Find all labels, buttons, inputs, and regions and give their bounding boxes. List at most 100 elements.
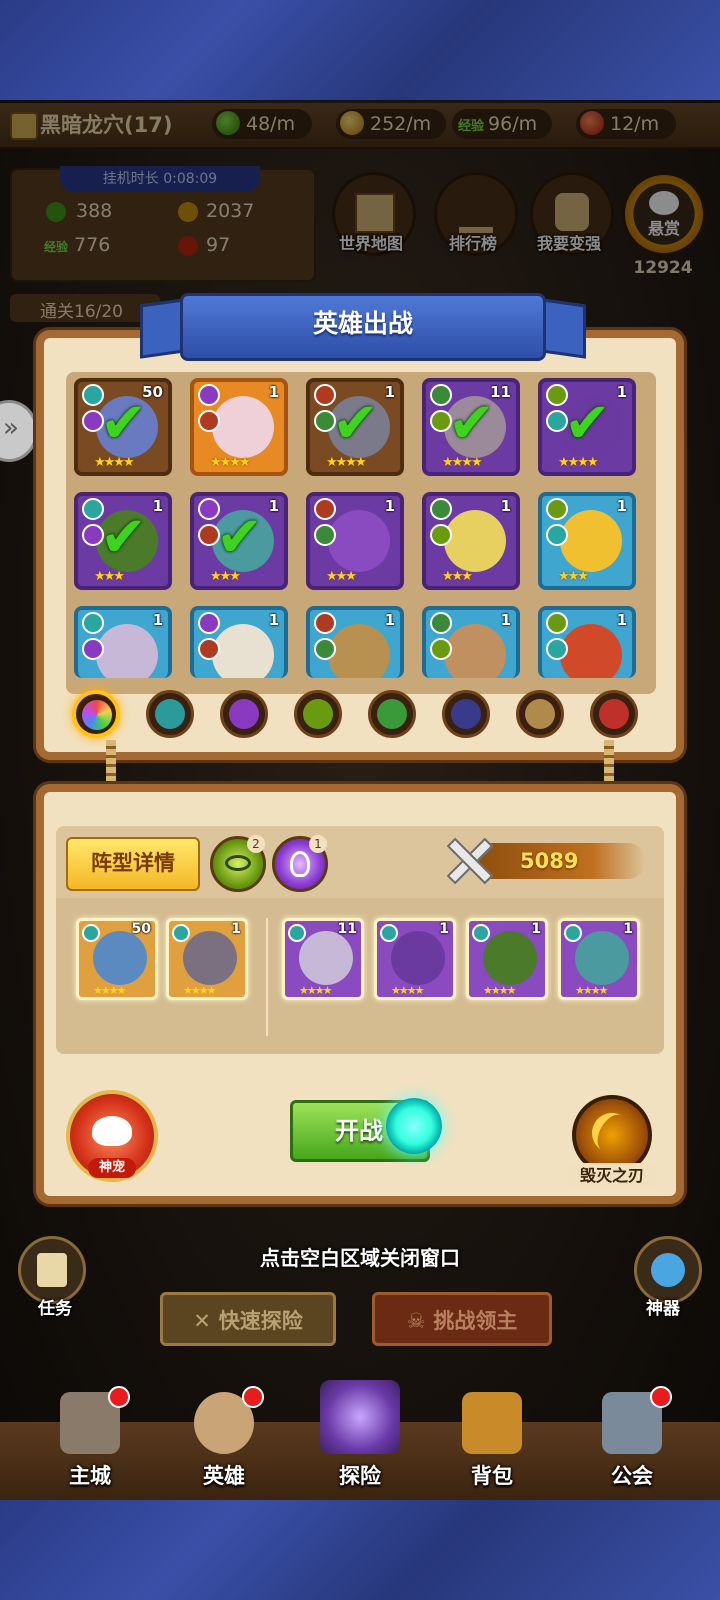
hero-stars: ★★★★	[210, 455, 251, 470]
notification-dot	[650, 1386, 672, 1408]
hero-card[interactable]: 1	[190, 606, 288, 678]
nature-faction-icon	[377, 699, 407, 729]
formation-slot-hero[interactable]: 1 ★★★★	[166, 918, 248, 1000]
eye-faction-filter-button[interactable]	[294, 690, 342, 738]
dark-faction-icon	[451, 699, 481, 729]
hero-card[interactable]: 1 ★★★★ ✔	[306, 378, 404, 476]
chevron-right-icon: »	[3, 413, 19, 443]
checkmark-icon: ✔	[564, 391, 611, 456]
skull-icon: ☠	[406, 1309, 426, 1333]
eye-faction-icon	[303, 699, 333, 729]
quest-label: 任务	[38, 1299, 72, 1319]
hero-stars: ★★★★	[575, 984, 608, 997]
nav-main-city[interactable]: 主城	[38, 1386, 142, 1498]
hero-level: 1	[500, 611, 511, 629]
crossed-swords-icon	[440, 834, 496, 885]
nav-guild[interactable]: 公会	[580, 1386, 684, 1498]
faction-icon	[564, 924, 582, 942]
challenge-boss-button[interactable]: ☠ 挑战领主	[372, 1292, 552, 1346]
crossed-swords-icon: ✕	[193, 1309, 211, 1333]
hero-portrait	[560, 624, 622, 678]
light-faction-filter-button[interactable]	[516, 690, 564, 738]
hero-portrait	[328, 510, 390, 572]
checkmark-icon: ✔	[332, 391, 379, 456]
nav-backpack[interactable]: 背包	[440, 1392, 544, 1498]
formation-slot-hero[interactable]: 1 ★★★★	[466, 918, 548, 1000]
hero-portrait	[96, 624, 158, 678]
scroll-icon	[37, 1253, 67, 1287]
class-icon	[430, 638, 452, 660]
hero-portrait	[93, 931, 147, 985]
hero-portrait	[444, 624, 506, 678]
water-faction-icon	[155, 699, 185, 729]
hero-stars: ★★★★	[558, 455, 599, 470]
hero-card[interactable]: 1 ★★★	[306, 492, 404, 590]
formation-slot-hero[interactable]: 1 ★★★★	[374, 918, 456, 1000]
faction-bonus-arcane[interactable]: 1	[272, 835, 328, 892]
hero-level: 1	[616, 383, 627, 401]
backpack-icon	[462, 1392, 522, 1454]
hero-card[interactable]: 1 ★★★★ ✔	[538, 378, 636, 476]
nav-explore-label: 探险	[339, 1464, 381, 1488]
formation-slot-hero[interactable]: 1 ★★★★	[558, 918, 640, 1000]
arcane-faction-icon	[290, 851, 310, 877]
hero-stars: ★★★	[326, 569, 357, 584]
faction-icon	[430, 498, 452, 520]
hero-portrait	[328, 624, 390, 678]
hero-card[interactable]: 1 ★★★★	[190, 378, 288, 476]
hero-stars: ★★★	[94, 569, 125, 584]
faction-bonus-eye[interactable]: 2	[210, 835, 266, 892]
class-icon	[546, 638, 568, 660]
hero-stars: ★★★★	[391, 984, 424, 997]
formation-details-button[interactable]: 阵型详情	[66, 837, 200, 891]
quick-explore-button[interactable]: ✕ 快速探险	[160, 1292, 336, 1346]
hero-card[interactable]: 1 ★★★	[422, 492, 520, 590]
fire-faction-filter-button[interactable]	[590, 690, 638, 738]
rope-left	[106, 740, 116, 790]
nav-guild-label: 公会	[611, 1464, 653, 1488]
hero-card[interactable]: 1	[306, 606, 404, 678]
hero-stars: ★★★★	[93, 984, 126, 997]
class-icon	[430, 524, 452, 546]
hero-card[interactable]: 11 ★★★★ ✔	[422, 378, 520, 476]
bonus-count-1: 2	[247, 835, 265, 853]
hero-level: 50	[131, 921, 151, 937]
checkmark-icon: ✔	[100, 391, 147, 456]
faction-icon	[82, 924, 100, 942]
class-icon	[82, 638, 104, 660]
formation-divider	[266, 918, 268, 1036]
hero-portrait	[212, 624, 274, 678]
checkmark-icon: ✔	[216, 505, 263, 570]
all-factions-filter-button[interactable]	[72, 690, 120, 738]
formation-slot-hero[interactable]: 50 ★★★★	[76, 918, 158, 1000]
nature-faction-filter-button[interactable]	[368, 690, 416, 738]
formation-slot-hero[interactable]: 11 ★★★★	[282, 918, 364, 1000]
dark-faction-filter-button[interactable]	[442, 690, 490, 738]
checkmark-icon: ✔	[448, 391, 495, 456]
hero-card[interactable]: 1	[422, 606, 520, 678]
hero-card[interactable]: 1	[538, 606, 636, 678]
nav-explore[interactable]: 探险	[308, 1380, 412, 1488]
hero-portrait	[483, 931, 537, 985]
hero-card[interactable]: 1	[74, 606, 172, 678]
hero-card[interactable]: 1 ★★★ ✔	[74, 492, 172, 590]
hero-stars: ★★★	[558, 569, 589, 584]
hero-portrait	[560, 510, 622, 572]
hero-level: 1	[616, 611, 627, 629]
nav-heroes[interactable]: 英雄	[172, 1386, 276, 1498]
water-faction-filter-button[interactable]	[146, 690, 194, 738]
hero-level: 1	[152, 497, 163, 515]
faction-icon	[380, 924, 398, 942]
arcane-faction-filter-button[interactable]	[220, 690, 268, 738]
destruction-blade-label: 毁灭之刃	[560, 1163, 664, 1189]
hero-card[interactable]: 1 ★★★ ✔	[190, 492, 288, 590]
faction-icon	[288, 924, 306, 942]
portal-icon	[320, 1380, 400, 1454]
hero-card[interactable]: 50 ★★★★ ✔	[74, 378, 172, 476]
top-frame-decoration	[0, 0, 720, 100]
hero-level: 11	[337, 921, 357, 937]
hero-stars: ★★★	[442, 569, 473, 584]
touch-cursor-effect	[386, 1098, 442, 1154]
hero-level: 1	[500, 497, 511, 515]
hero-card[interactable]: 1 ★★★	[538, 492, 636, 590]
